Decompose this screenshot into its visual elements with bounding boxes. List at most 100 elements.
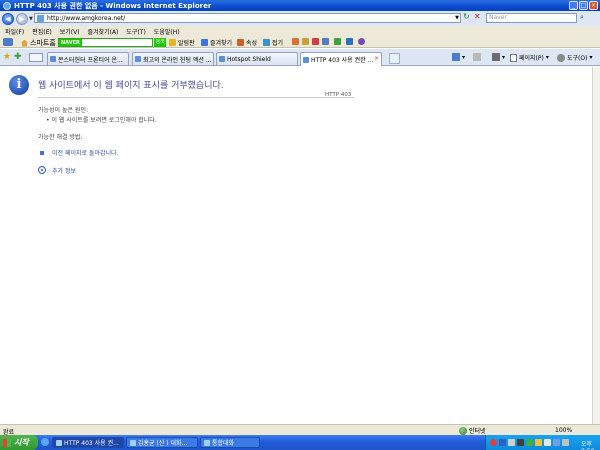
- back-bullet-icon: [40, 151, 44, 155]
- refresh-icon[interactable]: ↻: [463, 13, 472, 22]
- menu-tools[interactable]: 도구(T): [126, 27, 145, 36]
- divider: [38, 97, 354, 98]
- toolbar-icon-7[interactable]: [358, 38, 365, 45]
- tab-page-icon: [219, 56, 225, 62]
- toolbar-icon-4[interactable]: [322, 38, 329, 45]
- close-button[interactable]: ×: [589, 1, 598, 10]
- forward-button[interactable]: ▶: [16, 12, 28, 25]
- key-icon: [169, 39, 176, 46]
- expand-icon[interactable]: [38, 166, 46, 174]
- url-field[interactable]: http://www.amgkorea.net/ ▼: [34, 13, 461, 23]
- toolbar-icon-3[interactable]: [312, 38, 319, 45]
- tab-1[interactable]: 몬스터헌터 프론티어 온...: [47, 52, 129, 65]
- search-input[interactable]: Naver: [486, 13, 577, 23]
- naver-search-button[interactable]: 검색: [154, 38, 166, 47]
- naver-search-field[interactable]: NAVER: [58, 38, 153, 47]
- language-icon[interactable]: [499, 439, 506, 446]
- smart-home-button[interactable]: 스마트홈: [21, 38, 56, 48]
- tools-menu-label: 도구(O): [567, 55, 588, 62]
- tab-label: 몬스터헌터 프론티어 온...: [58, 56, 123, 64]
- toolbar-link-label: 알림판: [178, 40, 195, 47]
- menu-edit[interactable]: 편집(E): [32, 27, 52, 36]
- taskbar-button-integrated-chat[interactable]: 통합대화: [200, 437, 260, 448]
- back-link[interactable]: 이전 페이지로 돌아갑니다.: [52, 148, 118, 157]
- favorites-star-icon[interactable]: ★: [3, 53, 11, 62]
- toolbar-icon-1[interactable]: [292, 38, 299, 45]
- page-icon: [37, 14, 44, 22]
- new-tab-button[interactable]: [389, 53, 400, 64]
- taskbar-button-ie[interactable]: HTTP 403 사용 권...: [52, 437, 124, 448]
- zoom-level[interactable]: 100%: [555, 427, 572, 434]
- search-icon[interactable]: ⌕: [580, 13, 589, 22]
- stop-icon[interactable]: ✕: [474, 13, 483, 22]
- collapse-icon: [263, 39, 270, 46]
- tab-label: Hotspot Shield: [227, 55, 271, 63]
- menu-view[interactable]: 보기(V): [60, 27, 80, 36]
- tab-3[interactable]: Hotspot Shield: [216, 52, 298, 65]
- more-info-link[interactable]: 추가 정보: [52, 166, 76, 175]
- gear-icon: [557, 53, 565, 62]
- clock[interactable]: 오후 3:50: [581, 439, 600, 450]
- tray-icon-6[interactable]: [544, 439, 551, 446]
- page-menu-button[interactable]: 페이지(P) ▾: [510, 53, 549, 62]
- volume-icon[interactable]: [562, 439, 569, 446]
- toolbar-link-collapse[interactable]: 접기: [263, 38, 283, 47]
- quick-tabs-icon[interactable]: [29, 53, 43, 62]
- toolbar-icon-6[interactable]: [346, 38, 353, 45]
- start-button[interactable]: 시작: [0, 435, 38, 450]
- toolbar-link-alerts[interactable]: 알림판: [169, 38, 195, 47]
- security-zone[interactable]: 인터넷: [459, 426, 486, 435]
- toolbar-link-label: 속성: [246, 40, 258, 47]
- links-toolbar: 스마트홈 NAVER 검색 알림판 즐겨찾기 속성 접기: [0, 36, 600, 48]
- chat-icon: [204, 439, 210, 446]
- home-cmd-button[interactable]: ▾: [452, 53, 465, 61]
- tools-menu-button[interactable]: 도구(O) ▾: [557, 53, 592, 62]
- zone-label: 인터넷: [469, 428, 486, 435]
- tray-icon-3[interactable]: [517, 439, 524, 446]
- url-dropdown-icon[interactable]: ▼: [455, 15, 459, 21]
- menu-file[interactable]: 파일(F): [5, 27, 24, 36]
- vertical-scrollbar[interactable]: [592, 67, 600, 424]
- url-text: http://www.amgkorea.net/: [47, 14, 126, 22]
- tab-close-icon[interactable]: ×: [374, 55, 379, 62]
- feeds-cmd-button[interactable]: [473, 53, 481, 61]
- chat-icon: [130, 439, 136, 446]
- maximize-button[interactable]: □: [579, 1, 588, 10]
- tab-label: 최고의 온라인 헌팅 액션 ...: [143, 56, 212, 64]
- tray-icon-1[interactable]: [490, 439, 497, 446]
- tab-bar: ★ ✚ 몬스터헌터 프론티어 온... 최고의 온라인 헌팅 액션 ... Ho…: [0, 49, 600, 66]
- toolbar-link-properties[interactable]: 속성: [237, 38, 257, 47]
- print-icon: [492, 53, 500, 61]
- properties-icon: [237, 39, 244, 46]
- toolbar-icon-2[interactable]: [302, 38, 309, 45]
- tab-label: HTTP 403 사용 권한 ...: [311, 57, 374, 64]
- info-icon: i: [9, 75, 29, 95]
- page-menu-label: 페이지(P): [519, 55, 544, 62]
- tray-icon-7[interactable]: [553, 439, 560, 446]
- taskbar: 시작 HTTP 403 사용 권... 김홍균 (신 ) 대화... 통합대화 …: [0, 435, 600, 450]
- tray-icon-5[interactable]: [535, 439, 542, 446]
- system-tray: 오후 3:50: [485, 435, 600, 450]
- tray-icon-4[interactable]: [526, 439, 533, 446]
- ie-quicklaunch-icon[interactable]: [41, 438, 49, 446]
- toolbar-options-icon[interactable]: [3, 38, 13, 46]
- toolbar-link-favorites[interactable]: 즐겨찾기: [201, 38, 232, 47]
- menu-help[interactable]: 도움말(H): [154, 27, 180, 36]
- taskbar-button-chat[interactable]: 김홍균 (신 ) 대화...: [126, 437, 198, 448]
- print-cmd-button[interactable]: ▾: [492, 53, 505, 61]
- menu-favorites[interactable]: 즐겨찾기(A): [88, 27, 119, 36]
- tab-page-icon: [303, 56, 309, 63]
- naver-logo: NAVER: [59, 39, 82, 46]
- add-favorites-icon[interactable]: ✚: [14, 53, 22, 62]
- tab-4-active[interactable]: HTTP 403 사용 권한 ... ×: [300, 52, 382, 66]
- cause-label: 가능성이 높은 원인:: [38, 107, 88, 114]
- toolbar-icon-5[interactable]: [334, 38, 341, 45]
- taskbar-button-label: 김홍균 (신 ) 대화...: [138, 440, 188, 447]
- tab-2[interactable]: 최고의 온라인 헌팅 액션 ...: [132, 52, 214, 65]
- back-button[interactable]: ◀: [2, 12, 14, 25]
- menu-bar: 파일(F) 편집(E) 보기(V) 즐겨찾기(A) 도구(T) 도움말(H): [0, 26, 600, 36]
- minimize-button[interactable]: _: [569, 1, 578, 10]
- address-bar: ◀ ▶ ▼ http://www.amgkorea.net/ ▼ ↻ ✕ Nav…: [0, 11, 600, 26]
- tray-icon-2[interactable]: [508, 439, 515, 446]
- ie-icon: [3, 1, 11, 10]
